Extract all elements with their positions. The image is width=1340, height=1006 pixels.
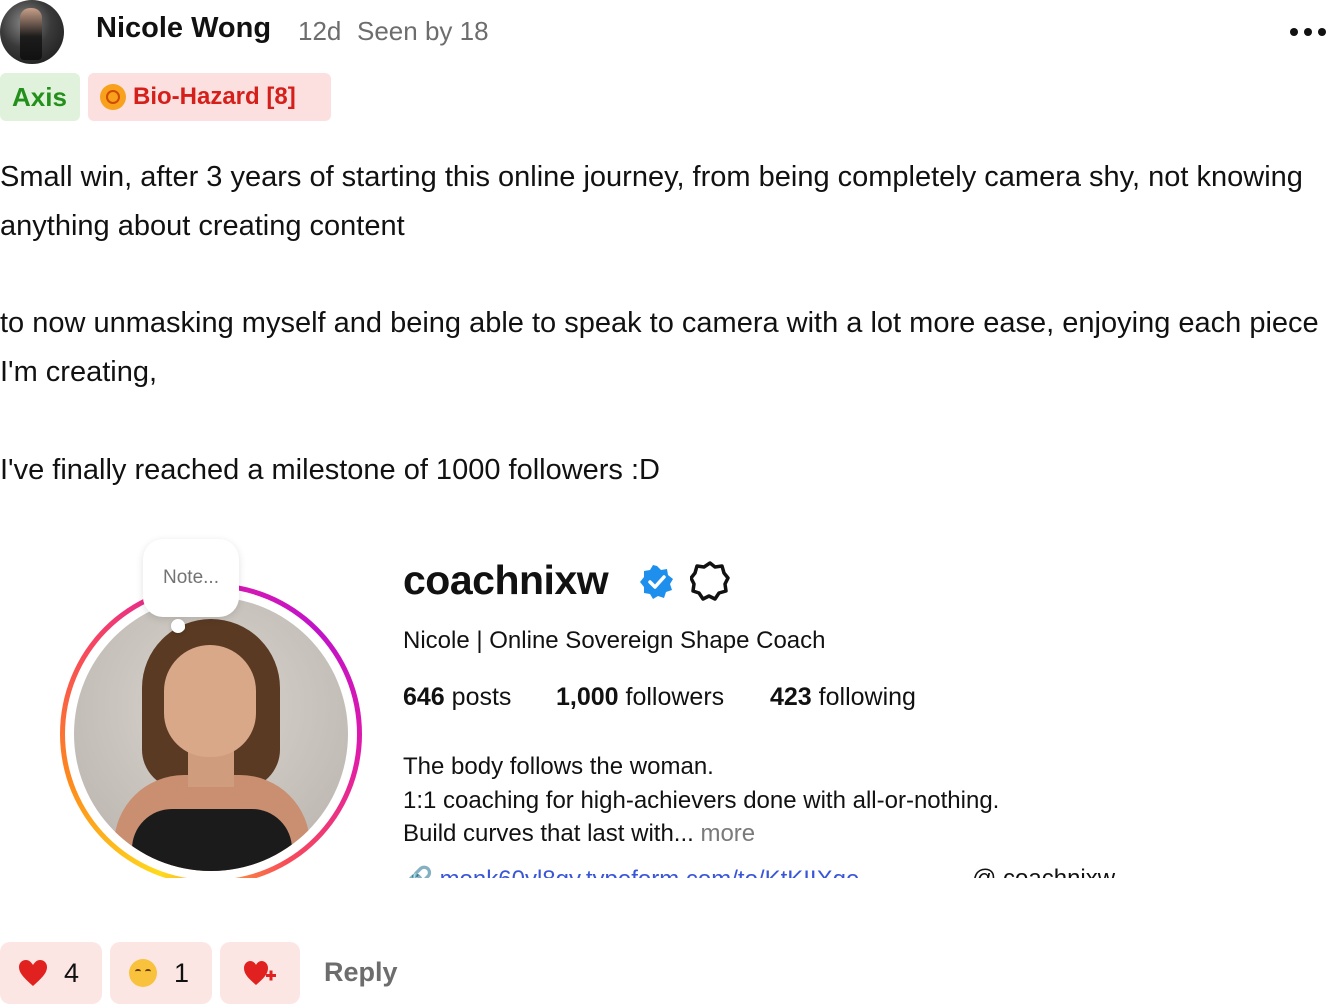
threads-icon (690, 561, 730, 601)
profile-bio-line: 1:1 coaching for high-achievers done wit… (403, 787, 1000, 814)
profile-bio-line: The body follows the woman. (403, 753, 714, 780)
threads-link: @ coachnixw (972, 865, 1115, 878)
reaction-heart[interactable]: 4 (0, 942, 102, 1004)
author-name[interactable]: Nicole Wong (96, 12, 271, 45)
profile-bio-line: Build curves that last with... more (403, 820, 756, 847)
verified-badge-icon (640, 565, 673, 599)
reaction-count: 1 (174, 957, 190, 988)
smiling-face-with-hearts-icon (128, 958, 158, 988)
add-reaction-button[interactable] (220, 942, 300, 1004)
avatar-figure (20, 8, 42, 60)
seen-by-count[interactable]: Seen by 18 (357, 16, 489, 47)
tag-label: Axis (12, 81, 67, 112)
biohazard-icon (100, 84, 126, 110)
tag-label: Bio-Hazard [8] (133, 83, 296, 110)
stat-following: 423 following (770, 683, 916, 711)
post-paragraph: to now unmasking myself and being able t… (0, 307, 1319, 388)
profile-subtitle: Nicole | Online Sovereign Shape Coach (403, 627, 826, 654)
post-paragraph: I've finally reached a milestone of 1000… (0, 454, 660, 486)
stat-posts: 646 posts (403, 683, 512, 711)
profile-handle: coachnixw (403, 557, 609, 603)
red-heart-icon (18, 958, 48, 988)
stat-followers: 1,000 followers (556, 683, 725, 711)
bio-more-link: more (700, 820, 756, 847)
dot-icon (1290, 28, 1298, 36)
reaction-count: 4 (64, 957, 80, 988)
note-bubble: Note... (143, 539, 239, 617)
tag-axis[interactable]: Axis (0, 73, 80, 121)
attached-image[interactable]: Note... coachnixw Nicole | Online Sovere… (0, 525, 1340, 878)
author-avatar[interactable] (0, 0, 64, 64)
dot-icon (1304, 28, 1312, 36)
dot-icon (1318, 28, 1326, 36)
reply-button[interactable]: Reply (324, 957, 398, 988)
reaction-smiling-hearts[interactable]: 1 (110, 942, 212, 1004)
post-paragraph: Small win, after 3 years of starting thi… (0, 161, 1303, 242)
profile-link: 🔗 monk60vl8gy.typeform.com/to/KtKIIXqe (403, 865, 859, 878)
tag-bio-hazard[interactable]: Bio-Hazard [8] (88, 73, 331, 121)
story-ring (60, 583, 362, 878)
more-options-button[interactable] (1290, 22, 1326, 42)
add-reaction-icon (244, 961, 276, 985)
profile-photo (74, 597, 348, 871)
post-age: 12d (298, 16, 342, 46)
